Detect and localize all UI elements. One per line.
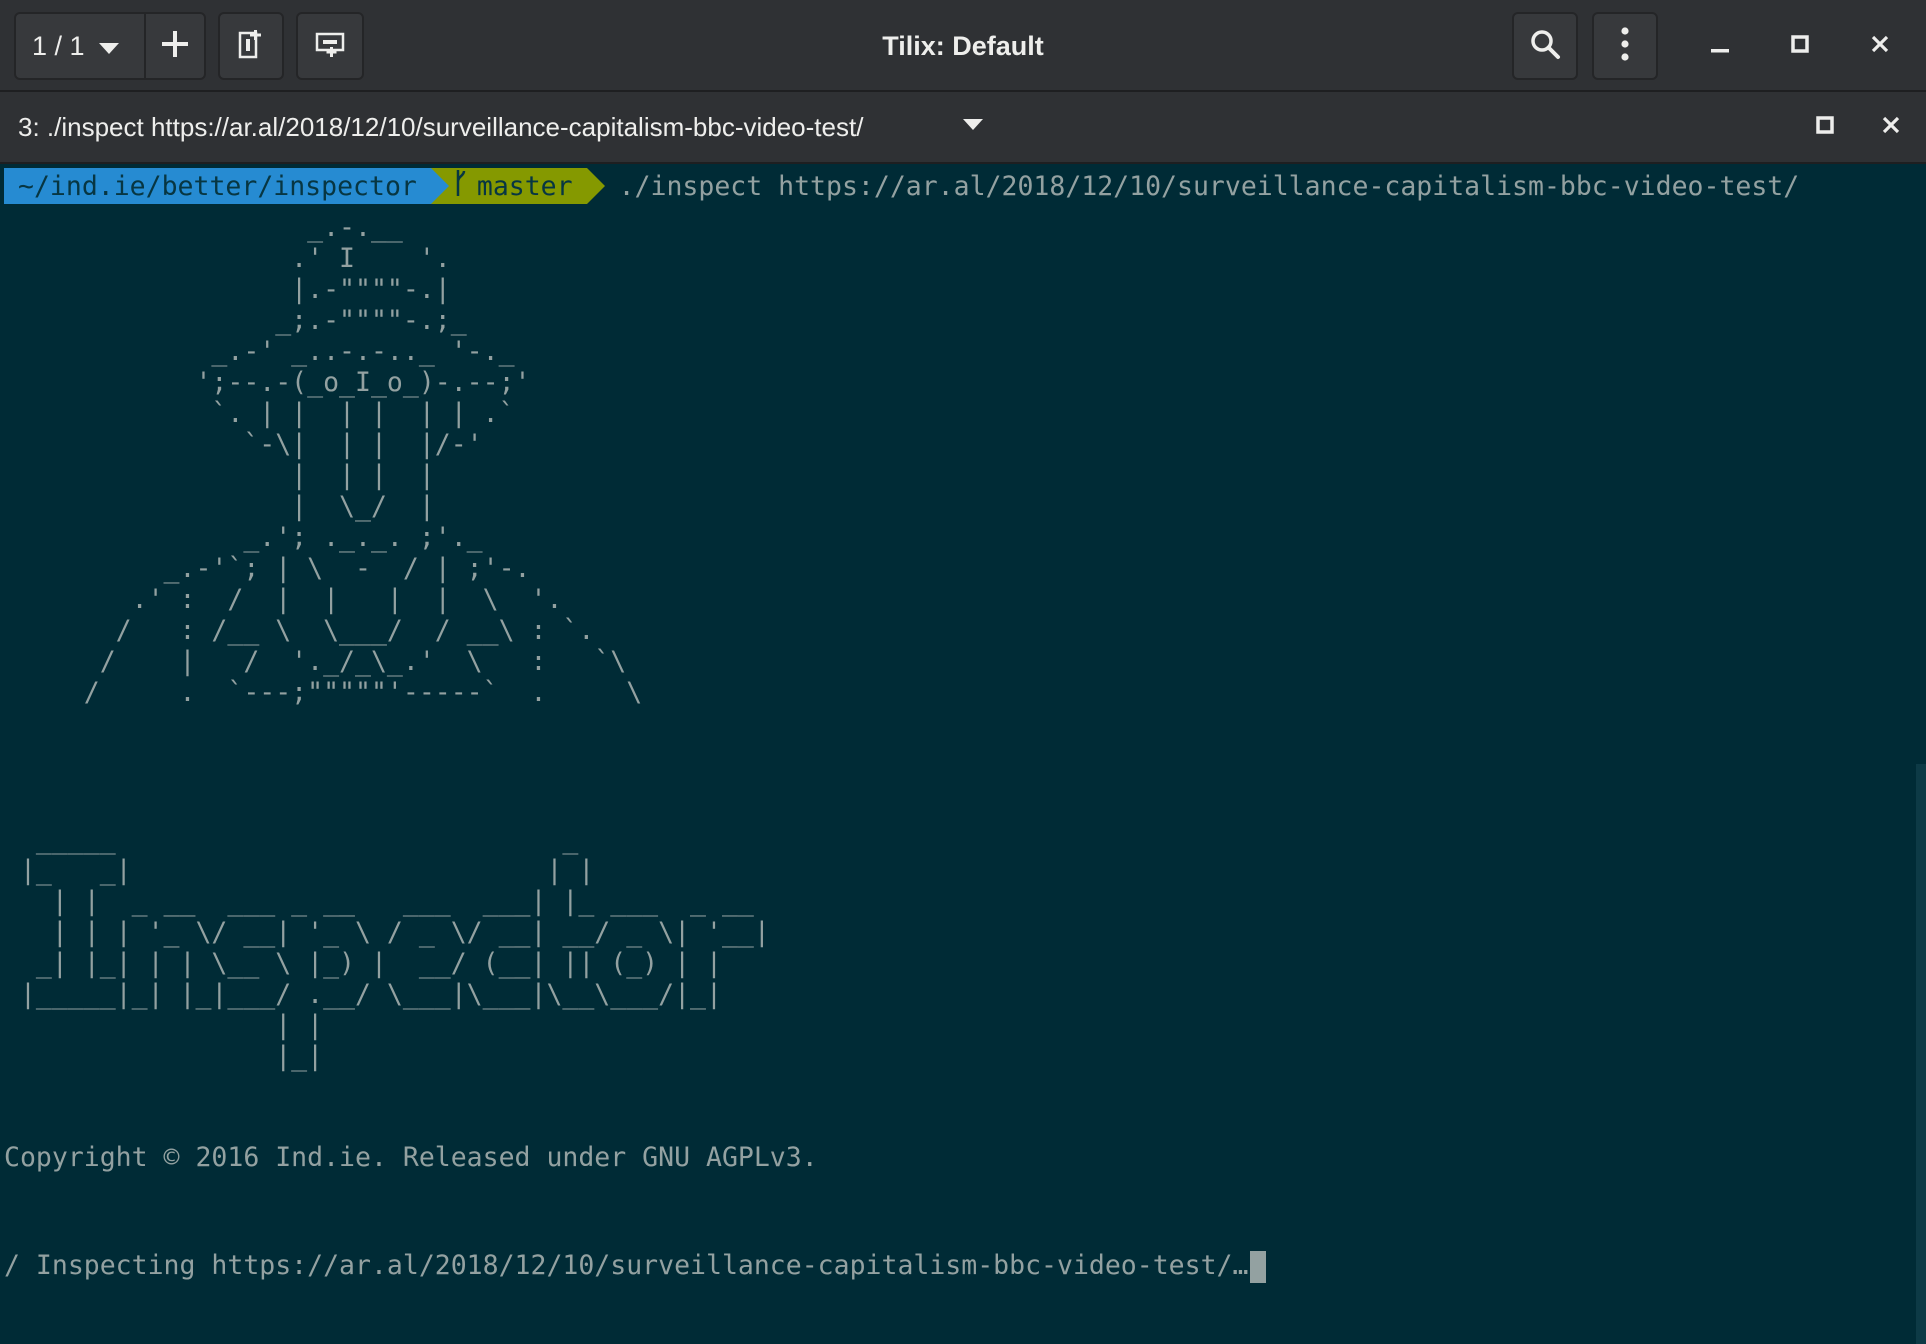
terminal-maximize-button[interactable] (1808, 110, 1842, 144)
status-text: / Inspecting https://ar.al/2018/12/10/su… (4, 1250, 1249, 1281)
chevron-down-icon (963, 118, 983, 136)
terminal-output[interactable]: ~/ind.ie/better/inspector master ./inspe… (0, 164, 1926, 1344)
copyright-line: Copyright © 2016 Ind.ie. Released under … (4, 1142, 818, 1173)
terminal-scrollbar[interactable] (1916, 764, 1926, 1344)
maximize-icon (1816, 115, 1834, 139)
split-down-icon (314, 29, 346, 64)
prompt-separator (430, 168, 449, 204)
maximize-icon (1790, 34, 1810, 59)
minimize-button[interactable] (1692, 18, 1748, 74)
minimize-icon (1710, 34, 1730, 59)
prompt-end-arrow (586, 168, 605, 204)
add-session-button[interactable] (146, 14, 204, 78)
maximize-button[interactable] (1772, 18, 1828, 74)
header-bar: 1 / 1 Tilix: Default (0, 0, 1926, 92)
menu-button[interactable] (1592, 12, 1658, 80)
split-right-icon (236, 29, 266, 64)
command-text: ./inspect https://ar.al/2018/12/10/surve… (618, 170, 1800, 202)
git-branch-icon (453, 168, 467, 205)
prompt-branch: master (476, 170, 573, 202)
terminal-menu-button[interactable] (958, 112, 988, 142)
prompt-path-segment: ~/ind.ie/better/inspector (4, 168, 431, 204)
split-down-button[interactable] (296, 12, 364, 80)
chevron-down-icon (98, 31, 119, 62)
terminal-cursor (1250, 1250, 1267, 1283)
ascii-figure: _.-.__ .' I '. |.-""""-.| _;.-""""-.;_ _… (83, 212, 643, 708)
terminal-title: 3: ./inspect https://ar.al/2018/12/10/su… (18, 111, 864, 142)
close-icon (1881, 115, 1901, 140)
prompt-path: ~/ind.ie/better/inspector (18, 170, 417, 202)
menu-icon (1620, 26, 1630, 66)
session-switcher[interactable]: 1 / 1 (14, 12, 206, 80)
terminal-title-bar: 3: ./inspect https://ar.al/2018/12/10/su… (0, 92, 1926, 164)
session-selector[interactable]: 1 / 1 (16, 14, 146, 78)
search-button[interactable] (1512, 12, 1578, 80)
search-icon (1529, 28, 1561, 65)
close-button[interactable] (1852, 18, 1908, 74)
split-right-button[interactable] (218, 12, 284, 80)
close-icon (1870, 34, 1890, 59)
shell-prompt: ~/ind.ie/better/inspector master ./inspe… (4, 168, 1799, 204)
add-icon (160, 29, 190, 64)
ascii-logo: _____ _ |_ _| | | | | _ __ ___ _ __ ___ … (19, 824, 770, 1072)
terminal-close-button[interactable] (1874, 110, 1908, 144)
status-line: / Inspecting https://ar.al/2018/12/10/su… (4, 1250, 1267, 1283)
prompt-git-segment: master (448, 168, 587, 205)
session-counter: 1 / 1 (32, 30, 85, 61)
